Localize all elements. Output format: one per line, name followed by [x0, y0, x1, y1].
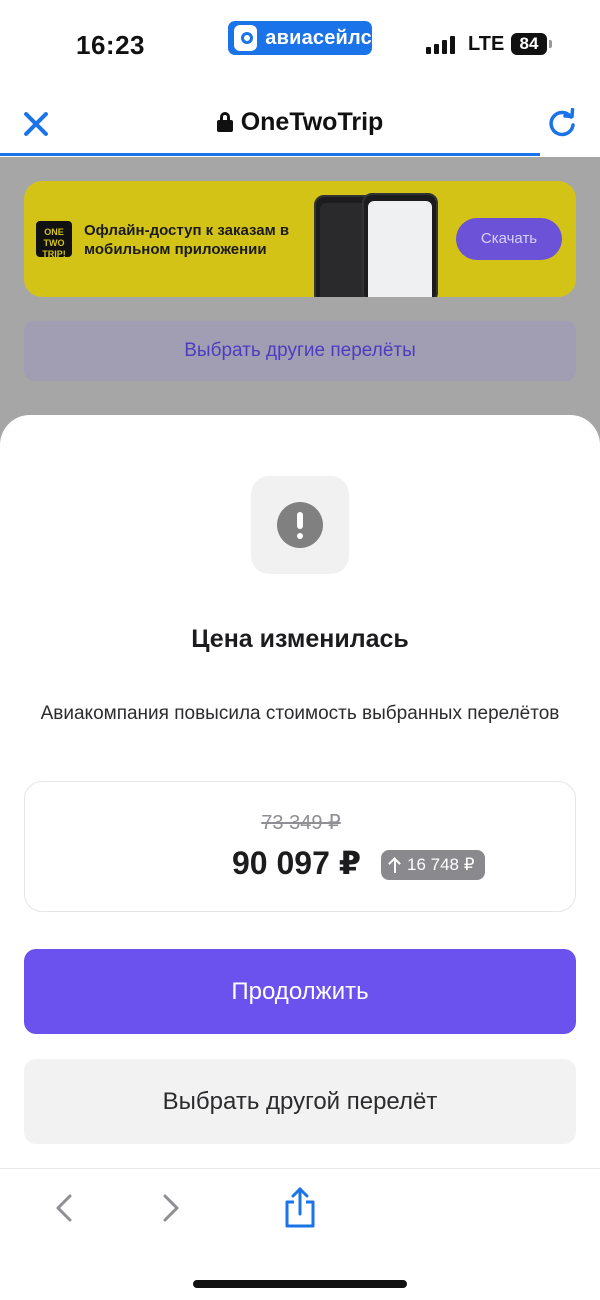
price-changed-sheet: Цена изменилась Авиакомпания повысила ст…: [0, 415, 600, 1300]
onetwotrip-logo: ONE TWO TRIP!: [36, 221, 72, 259]
price-card: 73 349 ₽ 90 097 ₽ 16 748 ₽: [24, 781, 576, 912]
banner-text: Офлайн-доступ к заказам в мобильном прил…: [84, 222, 290, 258]
sheet-description: Авиакомпания повысила стоимость выбранны…: [40, 703, 560, 724]
battery-icon: 84: [511, 33, 547, 55]
old-price: 73 349 ₽: [261, 812, 341, 834]
new-price: 90 097 ₽: [232, 845, 362, 881]
return-app-label: авиасейлс: [265, 26, 372, 49]
return-to-app-pill[interactable]: авиасейлс: [228, 21, 372, 55]
continue-button[interactable]: Продолжить: [24, 949, 576, 1034]
address-bar[interactable]: OneTwoTrip: [0, 108, 600, 137]
price-increase-badge: 16 748 ₽: [381, 850, 485, 880]
price-increase-value: 16 748 ₽: [407, 855, 475, 874]
reload-icon[interactable]: [547, 108, 577, 138]
status-time: 16:23: [76, 30, 145, 60]
sheet-title: Цена изменилась: [191, 625, 409, 653]
status-bar: 16:23 авиасейлс LTE 84: [0, 0, 600, 90]
network-type: LTE: [468, 33, 505, 55]
share-icon[interactable]: [282, 1186, 318, 1230]
choose-other-flight-button[interactable]: Выбрать другой перелёт: [24, 1059, 576, 1144]
choose-other-flights-button[interactable]: Выбрать другие перелёты: [24, 321, 576, 381]
back-icon[interactable]: [50, 1190, 80, 1226]
cellular-signal-icon: [426, 36, 458, 54]
aviasales-app-icon: [234, 25, 258, 51]
exclamation-icon: [277, 502, 323, 548]
site-title: OneTwoTrip: [240, 108, 384, 136]
download-button[interactable]: Скачать: [456, 218, 562, 260]
home-indicator[interactable]: [193, 1280, 407, 1288]
toolbar-divider: [0, 1168, 600, 1169]
page-load-progress: [0, 153, 540, 156]
battery-tip: [549, 40, 552, 48]
app-promo-banner[interactable]: ONE TWO TRIP! Офлайн-доступ к заказам в …: [24, 181, 576, 297]
browser-bar: OneTwoTrip: [0, 90, 600, 157]
alert-icon-container: [251, 476, 349, 574]
forward-icon[interactable]: [155, 1190, 185, 1226]
phone-mockup-right: [362, 193, 438, 297]
arrow-up-icon: [389, 857, 401, 873]
lock-icon: [216, 112, 233, 132]
